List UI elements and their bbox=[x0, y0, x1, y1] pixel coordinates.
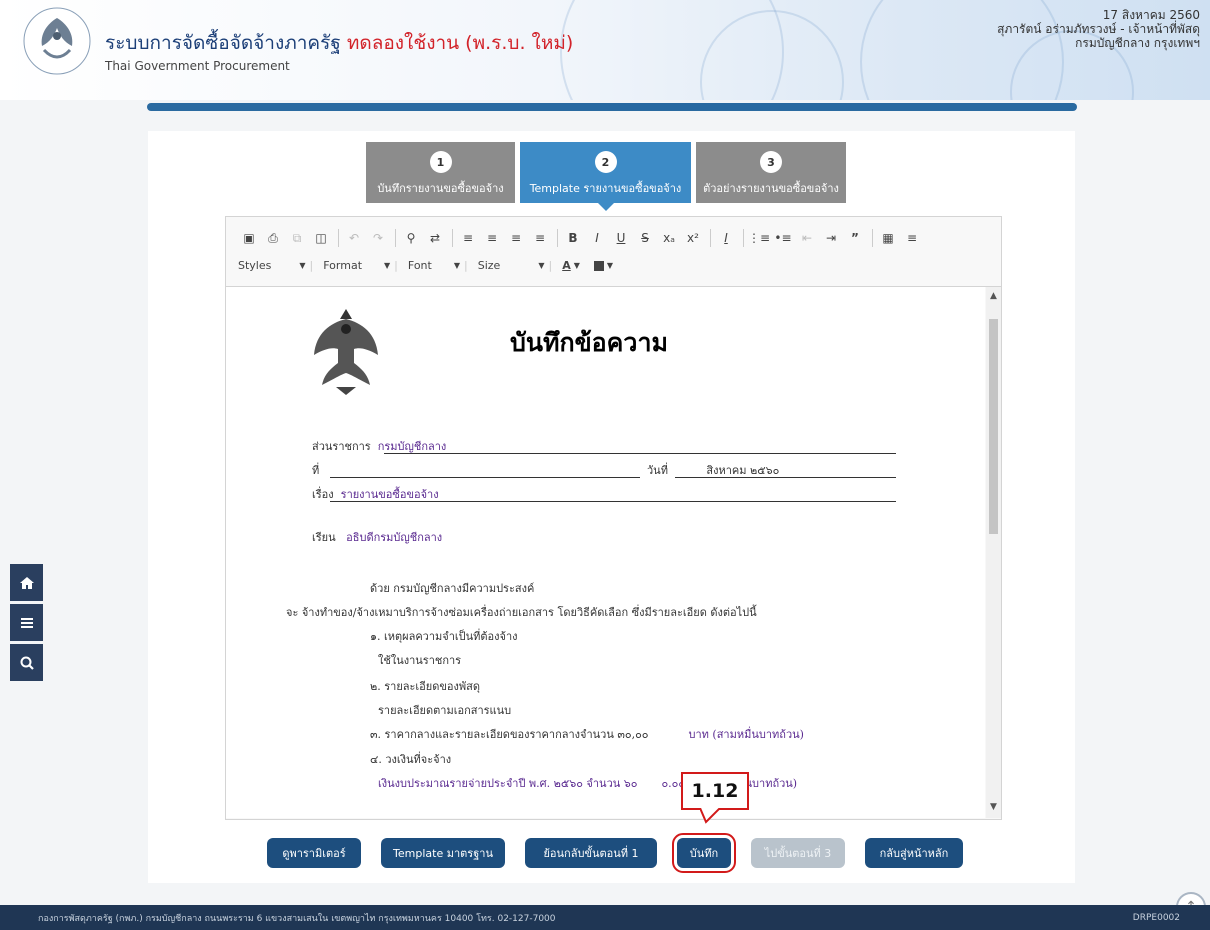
editor-scrollbar[interactable]: ▲ ▼ bbox=[986, 287, 1001, 818]
side-toolbar bbox=[10, 564, 43, 684]
system-title: ระบบการจัดซื้อจัดจ้างภาครัฐ ทดลองใช้งาน (… bbox=[105, 32, 574, 54]
blockquote-icon[interactable]: ” bbox=[844, 227, 866, 249]
trial-label: ทดลองใช้งาน (พ.ร.บ. ใหม่) bbox=[346, 32, 574, 54]
chevron-down-icon: ▼ bbox=[538, 261, 545, 270]
rich-text-editor: ▣ ⎙ ⧉ ◫ ↶ ↷ ⚲ ⇄ ≡ ≡ ≡ ≡ B I U S xₐ x² I … bbox=[225, 216, 1002, 820]
current-date: 17 สิงหาคม 2560 bbox=[1102, 8, 1200, 22]
styles-dropdown[interactable]: Styles ▼ | bbox=[238, 259, 313, 272]
align-justify-icon[interactable]: ≡ bbox=[529, 227, 551, 249]
toolbar-separator bbox=[557, 229, 558, 247]
footer: กองการพัสดุภาครัฐ (กพภ.) กรมบัญชีกลาง ถน… bbox=[0, 905, 1210, 930]
template-button[interactable]: Template มาตรฐาน bbox=[381, 838, 505, 868]
remove-format-icon[interactable]: I bbox=[715, 227, 737, 249]
copy-icon[interactable]: ⧉ bbox=[286, 227, 308, 249]
document-title: บันทึกข้อความ bbox=[510, 328, 668, 357]
next-step-button[interactable]: ไปขั้นตอนที่ 3 bbox=[751, 838, 845, 868]
item-2-value: รายละเอียดตามเอกสารแนบ bbox=[378, 704, 512, 717]
toolbar-separator bbox=[710, 229, 711, 247]
main-card: 1 บันทึกรายงานขอซื้อขอจ้าง 2 Template รา… bbox=[148, 131, 1075, 883]
align-center-icon[interactable]: ≡ bbox=[481, 227, 503, 249]
user-org: กรมบัญชีกลาง กรุงเทพฯ bbox=[1075, 36, 1200, 50]
home-button[interactable]: กลับสู่หน้าหลัก bbox=[865, 838, 963, 868]
text-color-button[interactable]: A ▼ bbox=[562, 259, 584, 272]
chevron-down-icon: ▼ bbox=[299, 261, 306, 270]
bold-icon[interactable]: B bbox=[562, 227, 584, 249]
line-height-icon[interactable]: ≡ bbox=[901, 227, 923, 249]
header-progress-line bbox=[147, 103, 1077, 111]
print-icon[interactable]: ⎙ bbox=[262, 227, 284, 249]
to-row: เรียน อธิบดีกรมบัญชีกลาง bbox=[312, 531, 443, 544]
font-dropdown[interactable]: Font ▼ | bbox=[408, 259, 468, 272]
intro-line-2: จะ จ้างทำของ/จ้างเหมาบริการจ้างซ่อมเครื่… bbox=[286, 606, 757, 619]
undo-icon[interactable]: ↶ bbox=[343, 227, 365, 249]
step-3[interactable]: 3 ตัวอย่างรายงานขอซื้อขอจ้าง bbox=[696, 142, 846, 203]
toolbar-separator bbox=[338, 229, 339, 247]
item-3: ๓. ราคากลางและรายละเอียดของราคากลางจำนวน… bbox=[370, 728, 804, 741]
intro-line: ด้วย กรมบัญชีกลางมีความประสงค์ bbox=[370, 582, 535, 595]
item-1: ๑. เหตุผลความจำเป็นที่ต้องจ้าง bbox=[370, 630, 518, 643]
toolbar-separator bbox=[452, 229, 453, 247]
footer-address: กองการพัสดุภาครัฐ (กพภ.) กรมบัญชีกลาง ถน… bbox=[38, 913, 556, 924]
indent-icon[interactable]: ⇥ bbox=[820, 227, 842, 249]
toolbar-separator bbox=[395, 229, 396, 247]
format-dropdown[interactable]: Format ▼ | bbox=[323, 259, 398, 272]
callout-pointer bbox=[700, 808, 720, 824]
chevron-down-icon: ▼ bbox=[606, 261, 614, 270]
chevron-down-icon: ▼ bbox=[384, 261, 391, 270]
chevron-down-icon: ▼ bbox=[573, 261, 580, 270]
header: ระบบการจัดซื้อจัดจ้างภาครัฐ ทดลองใช้งาน (… bbox=[0, 0, 1210, 100]
underline bbox=[384, 453, 896, 454]
item-4: ๔. วงเงินที่จะจ้าง bbox=[370, 753, 452, 766]
preview-icon[interactable]: ▣ bbox=[238, 227, 260, 249]
numbered-list-icon[interactable]: ⋮≡ bbox=[748, 227, 770, 249]
chevron-down-icon: ▼ bbox=[453, 261, 460, 270]
align-left-icon[interactable]: ≡ bbox=[457, 227, 479, 249]
outdent-icon[interactable]: ⇤ bbox=[796, 227, 818, 249]
item-2: ๒. รายละเอียดของพัสดุ bbox=[370, 680, 480, 693]
wizard-steps: 1 บันทึกรายงานขอซื้อขอจ้าง 2 Template รา… bbox=[366, 142, 846, 211]
strikethrough-icon[interactable]: S bbox=[634, 227, 656, 249]
replace-icon[interactable]: ⇄ bbox=[424, 227, 446, 249]
bulleted-list-icon[interactable]: •≡ bbox=[772, 227, 794, 249]
align-right-icon[interactable]: ≡ bbox=[505, 227, 527, 249]
save-button[interactable]: บันทึก bbox=[672, 833, 736, 873]
scrollbar-thumb[interactable] bbox=[989, 319, 998, 534]
cgd-logo bbox=[23, 7, 91, 75]
underline bbox=[330, 501, 896, 502]
table-icon[interactable]: ▦ bbox=[877, 227, 899, 249]
home-icon[interactable] bbox=[10, 564, 43, 601]
step-1[interactable]: 1 บันทึกรายงานขอซื้อขอจ้าง bbox=[366, 142, 515, 203]
underline-icon[interactable]: U bbox=[610, 227, 632, 249]
find-icon[interactable]: ⚲ bbox=[400, 227, 422, 249]
ref-label: ที่ bbox=[312, 464, 320, 477]
action-bar: ดูพารามิเตอร์ Template มาตรฐาน ย้อนกลับข… bbox=[267, 833, 983, 873]
underline bbox=[330, 477, 640, 478]
menu-icon[interactable] bbox=[10, 604, 43, 641]
back-button[interactable]: ย้อนกลับขั้นตอนที่ 1 bbox=[525, 838, 657, 868]
size-dropdown[interactable]: Size ▼ | bbox=[478, 259, 552, 272]
chevron-down-icon[interactable]: ▼ bbox=[986, 800, 1001, 814]
editor-content[interactable]: บันทึกข้อความ ส่วนราชการ กรมบัญชีกลาง ที… bbox=[226, 287, 985, 818]
step-2[interactable]: 2 Template รายงานขอซื้อขอจ้าง bbox=[520, 142, 691, 211]
item-1-value: ใช้ในงานราชการ bbox=[378, 654, 462, 667]
paste-icon[interactable]: ◫ bbox=[310, 227, 332, 249]
params-button[interactable]: ดูพารามิเตอร์ bbox=[267, 838, 361, 868]
toolbar-separator bbox=[872, 229, 873, 247]
superscript-icon[interactable]: x² bbox=[682, 227, 704, 249]
step-callout: 1.12 bbox=[681, 772, 749, 810]
bg-color-button[interactable]: ▼ bbox=[593, 260, 617, 271]
toolbar-separator bbox=[743, 229, 744, 247]
search-icon[interactable] bbox=[10, 644, 43, 681]
system-subtitle: Thai Government Procurement bbox=[105, 59, 290, 73]
editor-toolbar: ▣ ⎙ ⧉ ◫ ↶ ↷ ⚲ ⇄ ≡ ≡ ≡ ≡ B I U S xₐ x² I … bbox=[226, 217, 1001, 287]
italic-icon[interactable]: I bbox=[586, 227, 608, 249]
chevron-up-icon[interactable]: ▲ bbox=[986, 289, 1001, 303]
redo-icon[interactable]: ↷ bbox=[367, 227, 389, 249]
user-info: 17 สิงหาคม 2560 สุภารัตน์ อร่ามภัทรวงษ์ … bbox=[997, 8, 1200, 50]
underline bbox=[675, 477, 896, 478]
user-name: สุภารัตน์ อร่ามภัทรวงษ์ - เจ้าหน้าที่พัส… bbox=[997, 22, 1200, 36]
subscript-icon[interactable]: xₐ bbox=[658, 227, 680, 249]
garuda-emblem-icon bbox=[314, 309, 378, 395]
page-code: DRPE0002 bbox=[1132, 912, 1180, 923]
